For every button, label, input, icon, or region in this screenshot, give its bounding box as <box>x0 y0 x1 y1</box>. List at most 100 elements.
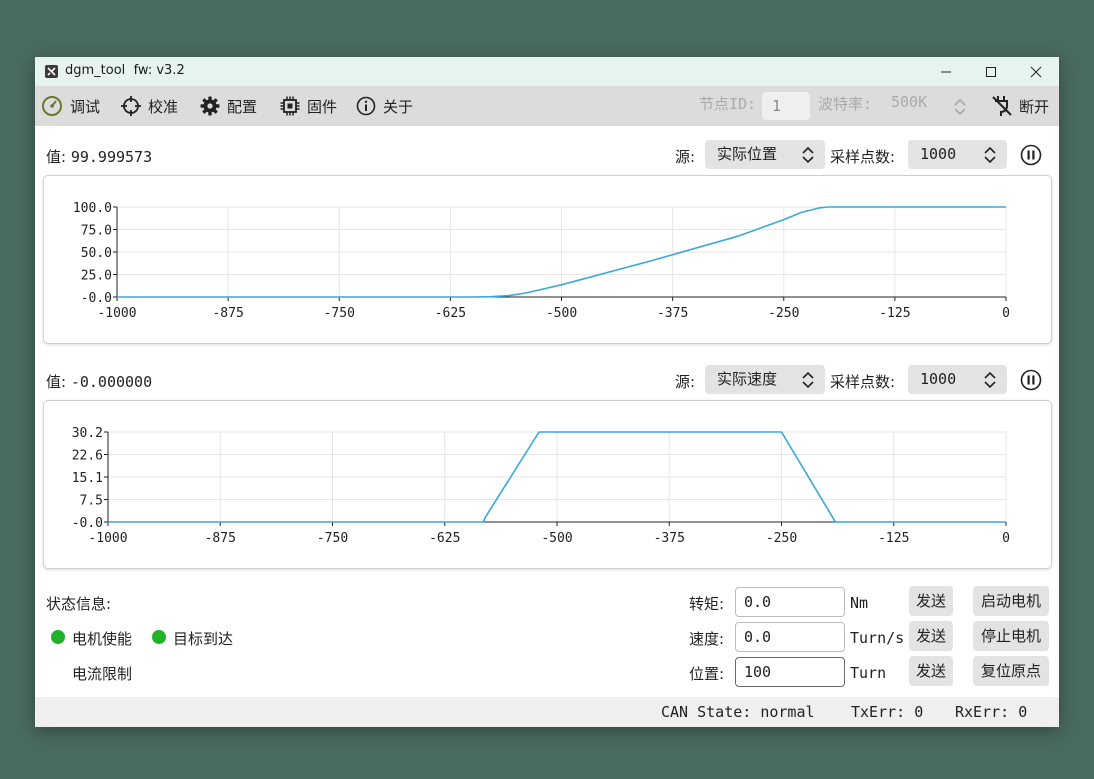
position-input[interactable]: 100 <box>735 657 845 687</box>
samples-label-2: 采样点数: <box>830 373 896 391</box>
chart-velocity: -1000 -875 -750 -625 -500 -375 -250 -125 0 30.2 22… <box>43 400 1052 569</box>
x-tick-label: -500 <box>546 306 577 321</box>
x-tick-label: -375 <box>654 531 685 546</box>
reset-origin-button[interactable]: 复位原点 <box>973 656 1049 686</box>
tab-config[interactable]: 配置 <box>200 94 257 118</box>
chart-position: -1000 -875 -750 -625 -500 -375 -250 -125 0 100.0 7… <box>43 175 1052 344</box>
status-bar: CAN State: normal TxErr: 0 RxErr: 0 <box>35 697 1059 727</box>
speedometer-icon <box>42 96 62 116</box>
minimize-button[interactable] <box>923 57 969 86</box>
crosshair-icon <box>121 96 141 116</box>
unplug-icon <box>992 96 1012 116</box>
chart-position-plot: -1000 -875 -750 -625 -500 -375 -250 -125 0 100.0 7… <box>73 201 1010 321</box>
window-title: dgm_tool fw: v3.2 <box>65 63 185 78</box>
tab-config-label: 配置 <box>227 97 258 116</box>
value-readout-2: 值: -0.000000 <box>46 371 152 392</box>
tab-firmware[interactable]: 固件 <box>280 94 337 118</box>
x-tick-label: 0 <box>1002 306 1010 321</box>
value-readout-1: 值: 99.999573 <box>46 146 152 167</box>
y-tick-label: 25.0 <box>81 269 112 284</box>
pause-button-1[interactable] <box>1020 144 1042 166</box>
samples-value-1: 1000 <box>920 145 957 163</box>
value-2: -0.000000 <box>70 373 153 391</box>
x-tick-label: 0 <box>1002 531 1010 546</box>
updown-arrow-icon <box>984 146 996 164</box>
gear-icon <box>200 96 220 116</box>
y-tick-label: 50.0 <box>81 246 112 261</box>
x-tick-label: -125 <box>878 531 909 546</box>
app-name: dgm_tool <box>65 63 126 78</box>
chart-velocity-plot: -1000 -875 -750 -625 -500 -375 -250 -125 0 30.2 22… <box>72 426 1010 546</box>
updown-arrow-icon <box>984 371 996 389</box>
position-unit: Turn <box>850 664 887 682</box>
stop-motor-button[interactable]: 停止电机 <box>973 621 1049 651</box>
source-label-1: 源: <box>675 148 696 166</box>
current-limit-label: 电流限制 <box>72 665 133 683</box>
torque-input[interactable]: 0.0 <box>735 587 845 617</box>
can-state: CAN State: normal <box>661 703 815 721</box>
tab-about[interactable]: 关于 <box>356 94 413 118</box>
send-speed-button[interactable]: 发送 <box>909 621 953 651</box>
x-tick-label: -125 <box>879 306 910 321</box>
target-reached-led <box>152 630 166 644</box>
x-tick-label: -250 <box>766 531 797 546</box>
y-tick-label: -0.0 <box>72 516 103 531</box>
chip-icon <box>280 96 300 116</box>
x-tick-label: -250 <box>768 306 799 321</box>
source-select-2[interactable]: 实际速度 <box>705 365 825 394</box>
tab-about-label: 关于 <box>383 97 414 116</box>
y-tick-label: 30.2 <box>72 426 103 441</box>
app-icon <box>45 65 58 78</box>
baud-select[interactable]: 500K <box>891 93 927 111</box>
value-1: 99.999573 <box>70 148 153 166</box>
tab-calibrate[interactable]: 校准 <box>121 94 178 118</box>
source-value-1: 实际位置 <box>717 145 778 163</box>
status-title: 状态信息: <box>46 595 112 613</box>
toolbar: 调试 校准 配置 固件 关于 节点ID: 1 波特率: 500K 断开 <box>35 86 1059 126</box>
y-tick-label: 75.0 <box>81 224 112 239</box>
y-tick-label: -0.0 <box>81 291 112 306</box>
close-button[interactable] <box>1013 57 1059 86</box>
target-reached-label: 目标到达 <box>173 630 234 648</box>
speed-input[interactable]: 0.0 <box>735 622 845 652</box>
pause-button-2[interactable] <box>1020 369 1042 391</box>
app-window: dgm_tool fw: v3.2 调试 校准 配置 固件 关于 节点ID: 1… <box>35 57 1059 727</box>
tx-error-count: TxErr: 0 <box>851 703 924 721</box>
fw-version: fw: v3.2 <box>133 63 185 78</box>
x-tick-label: -1000 <box>88 531 127 546</box>
y-tick-label: 22.6 <box>72 449 103 464</box>
send-position-button[interactable]: 发送 <box>909 656 953 686</box>
tab-debug[interactable]: 调试 <box>41 94 100 118</box>
y-tick-label: 100.0 <box>73 201 112 216</box>
x-tick-label: -500 <box>541 531 572 546</box>
x-tick-label: -625 <box>429 531 460 546</box>
baud-label: 波特率: <box>818 95 873 113</box>
start-motor-button[interactable]: 启动电机 <box>973 586 1049 616</box>
title-bar: dgm_tool fw: v3.2 <box>35 57 1059 86</box>
node-id-label: 节点ID: <box>699 95 757 113</box>
tab-debug-label: 调试 <box>70 97 101 116</box>
x-tick-label: -1000 <box>97 306 136 321</box>
disconnect-button[interactable]: 断开 <box>992 94 1049 118</box>
send-torque-button[interactable]: 发送 <box>909 586 953 616</box>
source-label-2: 源: <box>675 373 696 391</box>
x-tick-label: -875 <box>205 531 236 546</box>
x-tick-label: -875 <box>212 306 243 321</box>
rx-error-count: RxErr: 0 <box>955 703 1028 721</box>
value-label-2: 值: <box>46 373 67 391</box>
maximize-button[interactable] <box>968 57 1014 86</box>
info-icon <box>356 96 376 116</box>
samples-select-1[interactable]: 1000 <box>908 140 1007 169</box>
y-tick-label: 7.5 <box>80 494 103 509</box>
speed-unit: Turn/s <box>850 629 905 647</box>
motor-enable-label: 电机使能 <box>72 630 133 648</box>
source-select-1[interactable]: 实际位置 <box>705 140 825 169</box>
node-id-input[interactable]: 1 <box>762 92 810 120</box>
samples-select-2[interactable]: 1000 <box>908 365 1007 394</box>
torque-label: 转矩: <box>689 595 725 613</box>
baud-spinner-icon[interactable] <box>953 97 967 117</box>
x-tick-label: -375 <box>657 306 688 321</box>
y-tick-label: 15.1 <box>72 471 103 486</box>
tab-firmware-label: 固件 <box>307 97 338 116</box>
updown-arrow-icon <box>802 371 814 389</box>
